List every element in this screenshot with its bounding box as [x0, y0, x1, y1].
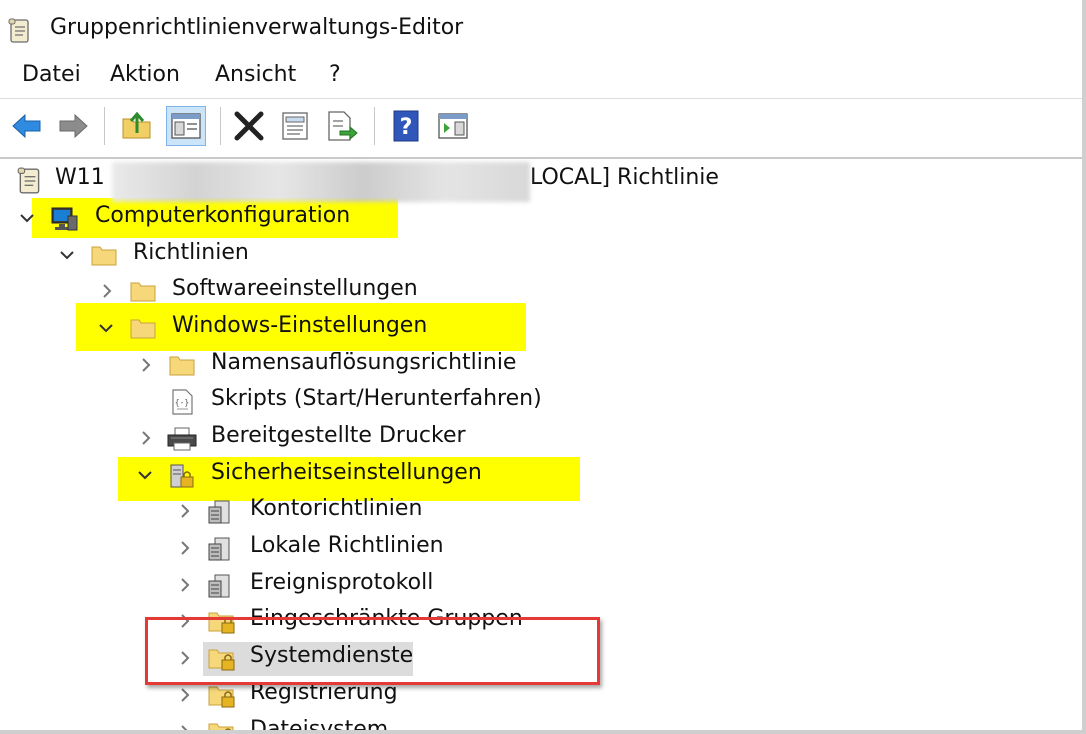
- gpo-scroll-icon: [16, 167, 44, 195]
- properties-icon[interactable]: [278, 109, 312, 143]
- folder-icon: [129, 315, 157, 343]
- tree-item-sicherheitseinstellungen[interactable]: Sicherheitseinstellungen: [0, 457, 600, 493]
- tree-item-label: Skripts (Start/Herunterfahren): [211, 386, 542, 411]
- title-bar: Gruppenrichtlinienverwaltungs-Editor: [0, 0, 1082, 58]
- computer-icon: [50, 205, 78, 233]
- chevron-right-icon[interactable]: [175, 685, 195, 705]
- menu-datei[interactable]: Datei: [22, 62, 81, 87]
- tree-item-label: Computerkonfiguration: [95, 203, 351, 228]
- toolbar-separator: [374, 107, 375, 145]
- svg-text:{-}: {-}: [175, 398, 189, 407]
- tree-item-label: Namensauflösungsrichtlinie: [211, 350, 517, 375]
- folder-icon: [168, 352, 196, 380]
- forward-icon[interactable]: [56, 109, 90, 143]
- chevron-down-icon[interactable]: [135, 465, 155, 485]
- tree-item-label: Bereitgestellte Drucker: [211, 423, 466, 448]
- policy-icon: [205, 535, 233, 563]
- tree-item-dateisystem[interactable]: Dateisystem: [0, 714, 600, 734]
- menu-help[interactable]: ?: [329, 62, 341, 87]
- delete-icon[interactable]: [232, 109, 266, 143]
- folder-icon: [129, 278, 157, 306]
- tree-item-label: Kontorichtlinien: [250, 496, 423, 521]
- locked-folder-icon: [207, 719, 235, 730]
- chevron-right-icon[interactable]: [136, 428, 156, 448]
- tree-item-label: Softwareeinstellungen: [172, 276, 418, 301]
- tree-item-skripts[interactable]: {-} Skripts (Start/Herunterfahren): [0, 383, 600, 419]
- window-title: Gruppenrichtlinienverwaltungs-Editor: [50, 15, 464, 40]
- toolbar-separator: [104, 107, 105, 145]
- tree-item-bereitgestellte-drucker[interactable]: Bereitgestellte Drucker: [0, 420, 600, 456]
- chevron-right-icon[interactable]: [175, 722, 195, 730]
- tree-item-label: Sicherheitseinstellungen: [211, 460, 482, 485]
- tree-item-label: Richtlinien: [133, 240, 249, 265]
- show-hide-tree-icon[interactable]: [166, 106, 206, 146]
- locked-folder-icon: [207, 682, 235, 710]
- policy-icon: [205, 498, 233, 526]
- security-settings-icon: [168, 462, 196, 490]
- gpo-editor-window: Gruppenrichtlinienverwaltungs-Editor Dat…: [0, 0, 1086, 734]
- toolbar: ?: [0, 99, 1082, 159]
- toolbar-separator: [220, 107, 221, 145]
- tree-item-label: Lokale Richtlinien: [250, 533, 444, 558]
- chevron-right-icon[interactable]: [97, 281, 117, 301]
- chevron-right-icon[interactable]: [175, 538, 195, 558]
- menu-bar: Datei Aktion Ansicht ?: [0, 58, 1082, 99]
- policy-icon: [205, 572, 233, 600]
- tree-item-kontorichtlinien[interactable]: Kontorichtlinien: [0, 493, 600, 529]
- action-pane-icon[interactable]: [436, 109, 470, 143]
- annotation-box-systemdienste: [145, 617, 600, 685]
- tree-item-softwareeinstellungen[interactable]: Softwareeinstellungen: [0, 273, 600, 309]
- folder-icon: [90, 242, 118, 270]
- redacted-domain-blur: [112, 162, 530, 202]
- tree-item-richtlinien[interactable]: Richtlinien: [0, 237, 600, 273]
- menu-ansicht[interactable]: Ansicht: [215, 62, 296, 87]
- tree-item-lokale-richtlinien[interactable]: Lokale Richtlinien: [0, 530, 600, 566]
- up-folder-icon[interactable]: [120, 109, 154, 143]
- back-icon[interactable]: [10, 109, 44, 143]
- export-list-icon[interactable]: [324, 109, 358, 143]
- chevron-right-icon[interactable]: [175, 575, 195, 595]
- script-icon: {-}: [168, 388, 196, 416]
- tree-root-label-suffix: LOCAL] Richtlinie: [530, 165, 719, 190]
- tree-item-label: Dateisystem: [250, 717, 389, 734]
- chevron-down-icon[interactable]: [17, 208, 37, 228]
- gpo-scroll-icon: [8, 18, 32, 44]
- chevron-down-icon[interactable]: [96, 318, 116, 338]
- chevron-down-icon[interactable]: [57, 245, 77, 265]
- printer-icon: [166, 425, 197, 453]
- tree-item-label: Windows-Einstellungen: [172, 313, 428, 338]
- tree-item-label: Ereignisprotokoll: [250, 570, 434, 595]
- tree-root-label: W11: [55, 165, 105, 190]
- menu-aktion[interactable]: Aktion: [110, 62, 180, 87]
- tree-item-windows-einstellungen[interactable]: Windows-Einstellungen: [0, 310, 600, 346]
- chevron-right-icon[interactable]: [175, 501, 195, 521]
- chevron-right-icon[interactable]: [136, 355, 156, 375]
- tree-item-namensaufloesungsrichtlinie[interactable]: Namensauflösungsrichtlinie: [0, 347, 600, 383]
- tree-item-ereignisprotokoll[interactable]: Ereignisprotokoll: [0, 567, 600, 603]
- tree-item-computerkonfiguration[interactable]: Computerkonfiguration: [0, 200, 600, 236]
- help-icon[interactable]: ?: [390, 109, 424, 143]
- svg-text:?: ?: [400, 115, 413, 140]
